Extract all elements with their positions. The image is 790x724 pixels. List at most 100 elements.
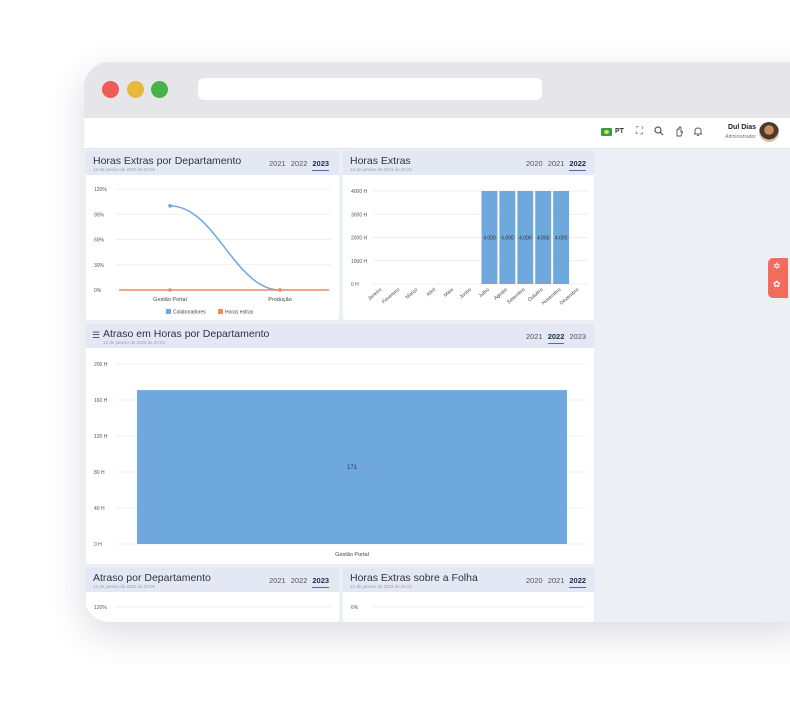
palette-icon[interactable]: ✿ bbox=[773, 279, 781, 290]
expand-icon[interactable]: ⛶ bbox=[636, 126, 643, 137]
maximize-window-button[interactable] bbox=[151, 81, 168, 98]
minimize-window-button[interactable] bbox=[127, 81, 144, 98]
tab-year-2022[interactable]: 2022 bbox=[569, 576, 587, 588]
x-tick-label: Junho bbox=[459, 287, 473, 300]
y-tick-label: 2000 H bbox=[351, 236, 368, 242]
card-header: Atraso por Departamento 12 de janeiro de… bbox=[86, 568, 339, 592]
card-header: Horas Extras sobre a Folha 12 de janeiro… bbox=[343, 568, 594, 592]
y-tick-label: 120% bbox=[94, 187, 107, 193]
chart-atraso-departamento: 120% bbox=[94, 605, 331, 611]
year-tabs: 2021 2022 2023 bbox=[269, 576, 330, 588]
user-name[interactable]: Dul Dias bbox=[704, 124, 756, 131]
y-tick-label: 3000 H bbox=[351, 212, 368, 218]
tab-year-2021[interactable]: 2021 bbox=[548, 159, 565, 171]
x-tick-label: Setembro bbox=[506, 287, 527, 306]
y-tick-label: 4000 H bbox=[351, 189, 368, 195]
card-subtitle: 12 de janeiro de 2023 às 20:06 bbox=[93, 584, 156, 589]
address-bar[interactable] bbox=[198, 78, 542, 100]
tab-year-2020[interactable]: 2020 bbox=[526, 576, 543, 588]
tab-year-2021[interactable]: 2021 bbox=[526, 332, 543, 344]
card-header: Horas Extras por Departamento 12 de jane… bbox=[86, 151, 339, 175]
tab-year-2022[interactable]: 2022 bbox=[569, 159, 587, 171]
chart-horas-extras-folha: 6% bbox=[351, 605, 586, 611]
gear-icon[interactable]: ✲ bbox=[773, 261, 781, 272]
y-tick-label: 160 H bbox=[94, 398, 108, 404]
card-header: ☰ Atraso em Horas por Departamento 12 de… bbox=[86, 324, 594, 348]
data-point bbox=[168, 204, 172, 208]
line-chart-horas-extras-departamento: 120% 90% 60% 30% 0% Gestão Portal Produção Cola… bbox=[94, 187, 331, 316]
brazil-flag-icon[interactable] bbox=[601, 128, 612, 136]
y-tick-label: 120% bbox=[94, 605, 107, 611]
card-title: Horas Extras sobre a Folha bbox=[350, 572, 478, 584]
data-label: 4.000 bbox=[501, 236, 514, 242]
year-tabs: 2020 2021 2022 bbox=[526, 576, 587, 588]
tab-year-2023[interactable]: 2023 bbox=[312, 159, 330, 171]
tab-year-2023[interactable]: 2023 bbox=[569, 332, 586, 344]
y-tick-label: 40 H bbox=[94, 506, 105, 512]
x-tick-label: Março bbox=[405, 287, 420, 301]
hand-icon[interactable] bbox=[674, 126, 684, 140]
card-header: Horas Extras 12 de janeiro de 2023 às 20… bbox=[343, 151, 594, 175]
card-subtitle: 12 de janeiro de 2023 às 20:21 bbox=[350, 167, 413, 172]
bar-chart-atraso-horas: 200 H 160 H 120 H 80 H 40 H 0 H 171 Gestão Port… bbox=[94, 362, 586, 558]
tab-year-2023[interactable]: 2023 bbox=[312, 576, 330, 588]
search-icon[interactable] bbox=[654, 126, 664, 139]
tab-year-2022[interactable]: 2022 bbox=[547, 332, 565, 344]
filter-icon[interactable]: ☰ bbox=[92, 330, 100, 341]
data-point bbox=[278, 288, 282, 292]
card-title: Horas Extras bbox=[350, 155, 411, 167]
y-tick-label: 60% bbox=[94, 238, 105, 244]
legend-label: Horas extras bbox=[225, 310, 254, 316]
data-label: 4.000 bbox=[519, 236, 532, 242]
tab-year-2022[interactable]: 2022 bbox=[291, 159, 308, 171]
browser-chrome bbox=[84, 62, 790, 118]
close-window-button[interactable] bbox=[102, 81, 119, 98]
y-tick-label: 1000 H bbox=[351, 259, 368, 265]
card-atraso-departamento: Atraso por Departamento 12 de janeiro de… bbox=[86, 568, 339, 622]
year-tabs: 2021 2022 2023 bbox=[526, 332, 586, 344]
bar-chart-horas-extras: 4000 H3000 H2000 H1000 H0 HJaneiroFevere… bbox=[351, 189, 588, 307]
card-atraso-horas-departamento: ☰ Atraso em Horas por Departamento 12 de… bbox=[86, 324, 594, 564]
data-label: 4.000 bbox=[555, 236, 568, 242]
card-horas-extras-departamento: Horas Extras por Departamento 12 de jane… bbox=[86, 151, 339, 320]
card-subtitle: 12 de janeiro de 2023 às 20:04 bbox=[103, 340, 166, 345]
card-subtitle: 12 de janeiro de 2023 às 20:06 bbox=[93, 167, 156, 172]
y-tick-label: 6% bbox=[351, 605, 359, 611]
tab-year-2020[interactable]: 2020 bbox=[526, 159, 543, 171]
x-tick-label: Julho bbox=[478, 287, 491, 299]
avatar[interactable] bbox=[759, 122, 779, 142]
card-subtitle: 12 de janeiro de 2023 às 20:21 bbox=[350, 584, 413, 589]
x-tick-label: Abril bbox=[425, 287, 437, 298]
card-horas-extras-folha: Horas Extras sobre a Folha 12 de janeiro… bbox=[343, 568, 594, 622]
bell-icon[interactable] bbox=[693, 126, 703, 140]
y-tick-label: 200 H bbox=[94, 362, 108, 368]
x-tick-label: Maio bbox=[443, 287, 455, 299]
y-tick-label: 0 H bbox=[351, 282, 359, 288]
legend-label: Colaboradores bbox=[173, 310, 206, 316]
user-role: Administrador bbox=[725, 134, 756, 140]
series-line-colaboradores bbox=[169, 205, 281, 291]
y-tick-label: 0% bbox=[94, 288, 102, 294]
x-tick-label: Dezembro bbox=[559, 287, 581, 307]
y-tick-label: 80 H bbox=[94, 470, 105, 476]
card-title: Horas Extras por Departamento bbox=[93, 155, 242, 167]
y-tick-label: 30% bbox=[94, 263, 105, 269]
data-label: 4.000 bbox=[483, 236, 496, 242]
x-tick-label: Gestão Portal bbox=[153, 297, 187, 303]
tab-year-2021[interactable]: 2021 bbox=[269, 576, 286, 588]
side-settings-tab[interactable]: ✲ ✿ bbox=[768, 258, 788, 298]
data-label: 4.000 bbox=[537, 236, 550, 242]
card-title: Atraso por Departamento bbox=[93, 572, 211, 584]
y-tick-label: 0 H bbox=[94, 542, 102, 548]
x-tick-label: Produção bbox=[268, 297, 292, 303]
tab-year-2021[interactable]: 2021 bbox=[548, 576, 565, 588]
tab-year-2022[interactable]: 2022 bbox=[291, 576, 308, 588]
tab-year-2021[interactable]: 2021 bbox=[269, 159, 286, 171]
browser-window: PT ⛶ Dul Dias Administrador ✲ ✿ Horas Ex… bbox=[84, 62, 790, 622]
language-selector[interactable]: PT bbox=[615, 128, 624, 135]
y-tick-label: 120 H bbox=[94, 434, 108, 440]
x-tick-label: Gestão Portal bbox=[335, 552, 369, 558]
data-label: 171 bbox=[347, 465, 358, 471]
year-tabs: 2021 2022 2023 bbox=[269, 159, 330, 171]
app-content: PT ⛶ Dul Dias Administrador ✲ ✿ Horas Ex… bbox=[84, 118, 790, 622]
